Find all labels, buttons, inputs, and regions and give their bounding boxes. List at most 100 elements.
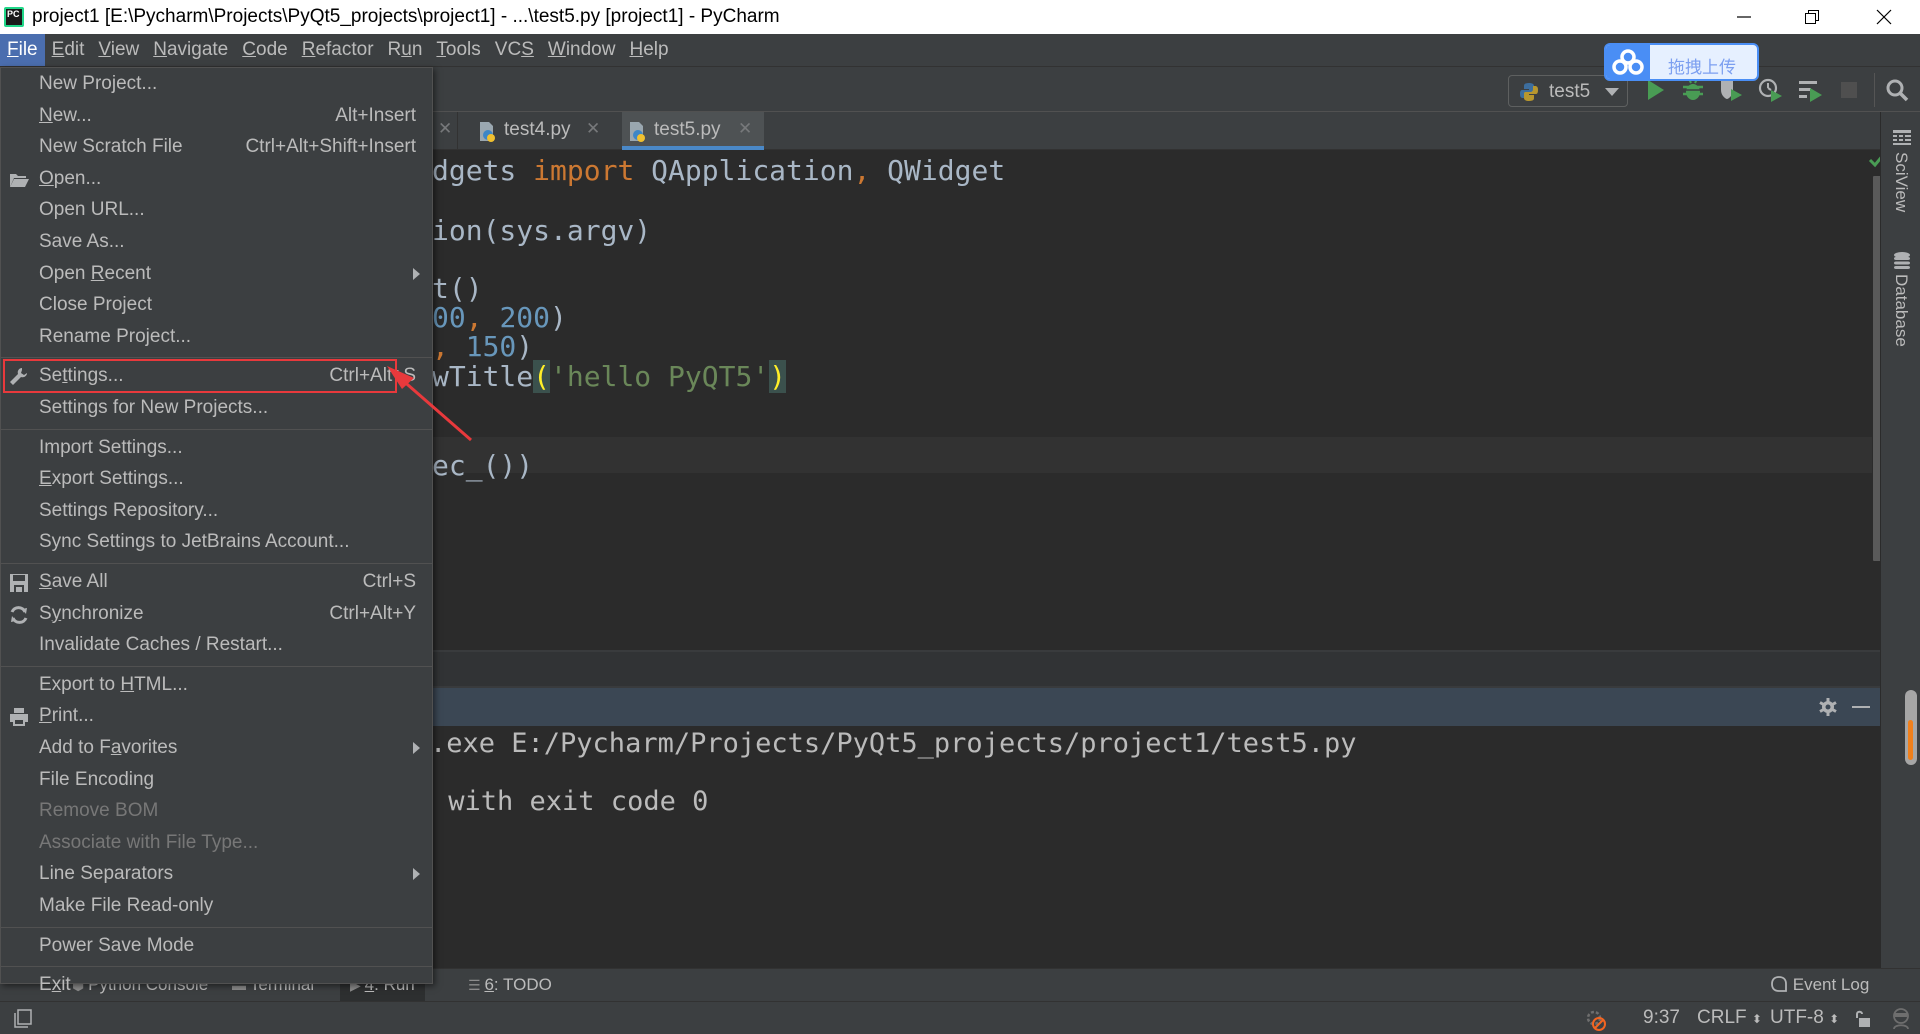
menu-refactor[interactable]: Refactor	[295, 34, 381, 66]
tool-tab-label: 6: TODO	[484, 975, 552, 994]
database-tab[interactable]: Database	[1891, 274, 1911, 347]
tool-tab--todo[interactable]: ☰ 6: TODO	[458, 969, 562, 1001]
menu-window[interactable]: Window	[541, 34, 623, 66]
close-tab-icon[interactable]: ✕	[738, 119, 752, 139]
menu-item-save-all[interactable]: Save All Ctrl+S	[1, 567, 432, 598]
caret-position[interactable]: 9:37	[1643, 1007, 1680, 1029]
menu-item-synchronize[interactable]: Synchronize Ctrl+Alt+Y	[1, 599, 432, 630]
menu-item-label: Open Recent	[39, 262, 151, 284]
menu-help[interactable]: Help	[622, 34, 675, 66]
pycharm-logo-icon: PC	[4, 7, 24, 27]
toggle-tool-windows-icon[interactable]	[13, 1008, 33, 1028]
menu-view[interactable]: View	[91, 34, 146, 66]
menu-item-open-url[interactable]: Open URL...	[1, 195, 432, 226]
sciview-tab[interactable]: SciView	[1891, 152, 1911, 212]
up-down-icon: ⬍	[1751, 1012, 1762, 1026]
close-window-button[interactable]	[1856, 0, 1912, 34]
menu-code[interactable]: Code	[235, 34, 294, 66]
menu-item-power-save-mode[interactable]: Power Save Mode	[1, 931, 432, 962]
menu-separator	[1, 428, 432, 430]
python-file-icon	[630, 122, 645, 142]
menu-item-invalidate-caches-restart[interactable]: Invalidate Caches / Restart...	[1, 630, 432, 661]
menu-item-label: Synchronize	[39, 602, 144, 624]
profile-icon[interactable]	[1757, 77, 1783, 103]
tab-label: test4.py	[504, 119, 571, 140]
menu-vcs[interactable]: VCS	[488, 34, 541, 66]
menu-item-file-encoding[interactable]: File Encoding	[1, 765, 432, 796]
hector-inspector-icon[interactable]	[1890, 1007, 1912, 1031]
menu-item-label: Line Separators	[39, 863, 174, 885]
menu-item-new-scratch-file[interactable]: New Scratch File Ctrl+Alt+Shift+Insert	[1, 132, 432, 163]
menu-item-save-as[interactable]: Save As...	[1, 227, 432, 258]
run-panel-scrollbar[interactable]	[1905, 690, 1917, 765]
power-save-icon[interactable]	[1584, 1008, 1608, 1032]
menu-item-print[interactable]: Print...	[1, 701, 432, 732]
event-log-button[interactable]: Event Log	[1770, 969, 1869, 1001]
menu-item-associate-with-file-type: Associate with File Type...	[1, 828, 432, 859]
tab-test5-py[interactable]: test5.py ✕	[622, 112, 764, 150]
code-editor[interactable]: dgets import QApplication, QWidget ion(sy…	[432, 150, 1880, 650]
close-tab-icon[interactable]: ✕	[438, 119, 452, 139]
menu-item-new-project[interactable]: New Project...	[1, 69, 432, 100]
drag-upload-widget[interactable]: 拖拽上传	[1604, 43, 1759, 81]
up-down-icon: ⬍	[1829, 1012, 1840, 1026]
menu-item-open[interactable]: Open...	[1, 164, 432, 195]
minimize-button[interactable]	[1716, 0, 1772, 34]
code-line: ec_())	[432, 449, 534, 482]
menu-item-label: Power Save Mode	[39, 934, 195, 956]
submenu-arrow-icon	[413, 742, 420, 754]
menu-item-export-to-html[interactable]: Export to HTML...	[1, 670, 432, 701]
menu-item-rename-project[interactable]: Rename Project...	[1, 322, 432, 353]
search-icon[interactable]	[1884, 77, 1910, 103]
console-output-line: .exe E:/Pycharm/Projects/PyQt5_projects/…	[430, 728, 1357, 759]
close-tab-icon[interactable]: ✕	[586, 119, 600, 139]
menu-item-close-project[interactable]: Close Project	[1, 290, 432, 321]
database-icon	[1894, 252, 1910, 269]
menu-item-make-file-read-only[interactable]: Make File Read-only	[1, 891, 432, 922]
encoding-selector[interactable]: UTF-8 ⬍	[1770, 1007, 1839, 1029]
python-file-icon	[480, 122, 495, 142]
editor-tab-bar: ✕ test4.py ✕ test5.py ✕	[432, 112, 1880, 150]
menu-item-label: Save As...	[39, 231, 125, 252]
menu-item-exit[interactable]: Exit	[1, 970, 432, 1001]
menu-item-label: Associate with File Type...	[39, 831, 259, 853]
stop-icon[interactable]	[1836, 77, 1862, 103]
concurrency-diagram-icon[interactable]	[1797, 77, 1823, 103]
minimize-panel-icon[interactable]	[1852, 706, 1870, 708]
menu-file[interactable]: File	[0, 34, 45, 66]
menu-item-add-to-favorites[interactable]: Add to Favorites	[1, 733, 432, 764]
menu-item-label: Export Settings...	[39, 468, 184, 490]
line-separator-value: CRLF	[1697, 1007, 1747, 1028]
caret-row-highlight	[432, 437, 1872, 473]
run-console-output[interactable]: .exe E:/Pycharm/Projects/PyQt5_projects/…	[430, 726, 1880, 968]
menu-item-line-separators[interactable]: Line Separators	[1, 859, 432, 890]
menu-item-remove-bom: Remove BOM	[1, 796, 432, 827]
menu-tools[interactable]: Tools	[429, 34, 487, 66]
menu-item-import-settings[interactable]: Import Settings...	[1, 433, 432, 464]
cloud-logo-icon	[1606, 45, 1650, 79]
menu-separator	[1, 563, 432, 564]
line-separator-selector[interactable]: CRLF ⬍	[1697, 1007, 1762, 1029]
menu-item-settings-for-new-projects[interactable]: Settings for New Projects...	[1, 393, 432, 424]
menu-item-shortcut: Ctrl+Alt+Y	[329, 602, 416, 624]
restore-button[interactable]	[1784, 0, 1840, 34]
menu-item-open-recent[interactable]: Open Recent	[1, 259, 432, 290]
menu-item-new[interactable]: New... Alt+Insert	[1, 101, 432, 132]
menu-item-sync-settings-to-jetbrains-account[interactable]: Sync Settings to JetBrains Account...	[1, 527, 432, 558]
tab-test4-py[interactable]: test4.py ✕	[472, 112, 617, 150]
python-icon	[1520, 83, 1538, 101]
minimize-icon	[1737, 16, 1751, 18]
menu-item-label: Save All	[39, 571, 108, 592]
unlock-icon[interactable]	[1853, 1009, 1871, 1029]
menu-item-shortcut: Ctrl+Alt+Shift+Insert	[245, 136, 416, 158]
menu-item-export-settings[interactable]: Export Settings...	[1, 464, 432, 495]
gear-icon[interactable]	[1818, 697, 1838, 717]
menu-item-label: Remove BOM	[39, 800, 159, 822]
menu-item-label: Open...	[39, 167, 102, 189]
menu-run[interactable]: Run	[381, 34, 430, 66]
menu-item-label: Sync Settings to JetBrains Account...	[39, 531, 350, 553]
menu-edit[interactable]: Edit	[45, 34, 92, 66]
menu-item-settings-repository[interactable]: Settings Repository...	[1, 496, 432, 527]
editor-breadcrumb-bar	[432, 650, 1880, 688]
menu-navigate[interactable]: Navigate	[146, 34, 235, 66]
